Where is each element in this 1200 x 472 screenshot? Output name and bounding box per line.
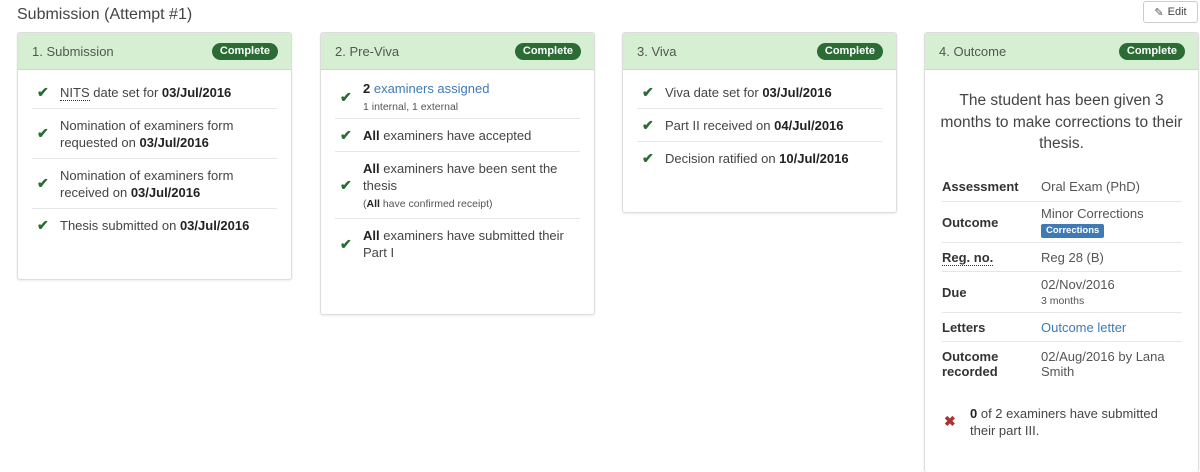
list-item: ✔ Nomination of examiners form requested… xyxy=(32,109,277,159)
examiners-assigned-link[interactable]: 2 examiners assigned xyxy=(363,81,489,96)
nits-abbr[interactable]: NITS xyxy=(60,84,90,101)
detail-label: Assessment xyxy=(942,172,1041,202)
due-sub: 3 months xyxy=(1041,294,1085,307)
card-title: 2. Pre-Viva xyxy=(335,43,400,59)
card-title: 4. Outcome xyxy=(939,43,1007,59)
check-icon: ✔ xyxy=(37,217,49,233)
card-header: 2. Pre-Viva Complete xyxy=(321,33,594,70)
card-header: 3. Viva Complete xyxy=(623,33,896,70)
edit-button[interactable]: ✎ Edit xyxy=(1143,1,1198,23)
list-item: ✖ 0 of 2 examiners have submitted their … xyxy=(944,405,1158,438)
pencil-icon: ✎ xyxy=(1154,6,1164,19)
card-header: 4. Outcome Complete xyxy=(925,33,1198,70)
submission-card: 1. Submission Complete ✔ NITS date set f… xyxy=(17,32,292,280)
outcome-details: Assessment Oral Exam (PhD) Outcome Minor… xyxy=(942,172,1182,386)
list-item: ✔ Part II received on 04/Jul/2016 xyxy=(637,109,882,142)
page-title: Submission (Attempt #1) xyxy=(17,6,193,23)
cross-icon: ✖ xyxy=(944,413,956,429)
detail-value: 02/Nov/2016 xyxy=(1041,276,1115,292)
list-item: ✔ Thesis submitted on 03/Jul/2016 xyxy=(32,209,277,242)
list-item: ✔ Nomination of examiners form received … xyxy=(32,159,277,209)
check-icon: ✔ xyxy=(642,116,654,133)
check-icon: ✔ xyxy=(340,126,352,143)
check-icon: ✔ xyxy=(340,176,352,193)
list-item: ✔ Decision ratified on 10/Jul/2016 xyxy=(637,142,882,175)
pre-viva-card: 2. Pre-Viva Complete ✔ 2 examiners assig… xyxy=(320,32,595,315)
status-badge: Complete xyxy=(211,42,278,60)
edit-button-label: Edit xyxy=(1167,6,1187,18)
list-item: ✔ 2 examiners assigned 1 internal, 1 ext… xyxy=(335,76,580,119)
detail-label: Due xyxy=(942,271,1041,313)
card-title: 1. Submission xyxy=(32,43,114,59)
list-item: ✔ All examiners have accepted xyxy=(335,119,580,152)
outcome-card: 4. Outcome Complete The student has been… xyxy=(924,32,1199,472)
detail-value: Oral Exam (PhD) xyxy=(1041,172,1182,202)
detail-label: Letters xyxy=(942,312,1041,342)
reg-no-label[interactable]: Reg. no. xyxy=(942,249,994,266)
status-badge: Complete xyxy=(1118,42,1185,60)
card-title: 3. Viva xyxy=(637,43,677,59)
check-icon: ✔ xyxy=(37,83,49,100)
viva-card: 3. Viva Complete ✔ Viva date set for 03/… xyxy=(622,32,897,213)
check-icon: ✔ xyxy=(340,88,352,105)
check-icon: ✔ xyxy=(642,150,654,166)
corrections-badge: Corrections xyxy=(1041,224,1105,238)
check-icon: ✔ xyxy=(37,125,49,141)
outcome-letter-link[interactable]: Outcome letter xyxy=(1041,320,1126,335)
check-icon: ✔ xyxy=(642,83,654,100)
detail-value: Minor Corrections xyxy=(1041,206,1144,221)
detail-label: Outcome recorded xyxy=(942,348,999,379)
outcome-summary: The student has been given 3 months to m… xyxy=(940,92,1183,152)
detail-label: Outcome xyxy=(942,201,1041,243)
card-header: 1. Submission Complete xyxy=(18,33,291,70)
check-icon: ✔ xyxy=(340,235,352,252)
status-badge: Complete xyxy=(816,42,883,60)
check-icon: ✔ xyxy=(37,175,49,191)
status-badge: Complete xyxy=(514,42,581,60)
list-item: ✔ All examiners have submitted their Par… xyxy=(335,219,580,269)
list-item: ✔ Viva date set for 03/Jul/2016 xyxy=(637,76,882,109)
detail-value: 02/Aug/2016 by Lana Smith xyxy=(1041,348,1165,379)
detail-value: Reg 28 (B) xyxy=(1041,242,1182,272)
list-item: ✔ All examiners have been sent the thesi… xyxy=(335,152,580,219)
list-item: ✔ NITS date set for 03/Jul/2016 xyxy=(32,76,277,109)
